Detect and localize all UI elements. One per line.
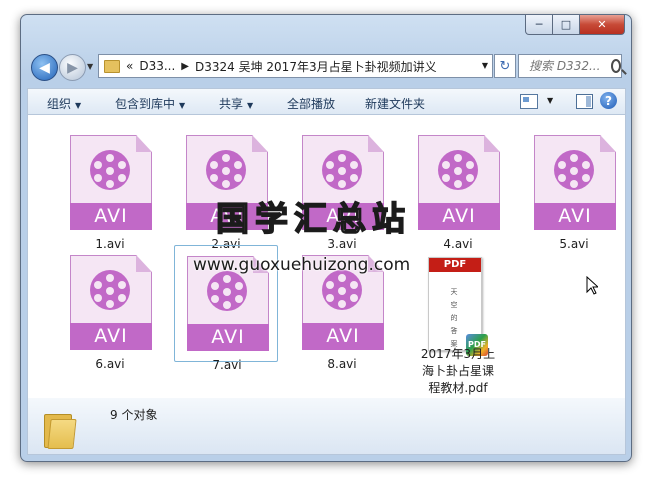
minimize-button[interactable]: ─ [525, 15, 553, 35]
refresh-button[interactable]: ↻ [494, 54, 516, 78]
avi-file-icon: AVI [534, 135, 616, 230]
new-folder-button[interactable]: 新建文件夹 [365, 95, 425, 112]
file-name: 2017年3月上海卜卦占星课程教材.pdf [420, 347, 496, 395]
breadcrumb-separator-icon[interactable]: ▶ [181, 61, 189, 72]
organize-label: 组织 [47, 97, 72, 111]
film-reel-icon [322, 270, 362, 310]
file-name: 7.avi [212, 358, 242, 372]
pdf-cover-text: 天空的答案 [450, 288, 458, 348]
include-library-label: 包含到库中 [115, 97, 176, 111]
breadcrumb-item-current[interactable]: D3324 吴坤 2017年3月占星卜卦视频加讲义 [195, 58, 437, 75]
file-type-label: AVI [302, 323, 384, 350]
folder-icon [104, 59, 120, 73]
file-type-label: AVI [70, 203, 152, 230]
change-view-icon[interactable] [520, 94, 538, 109]
film-reel-icon [90, 270, 130, 310]
recent-pages-dropdown[interactable]: ▼ [87, 62, 93, 71]
include-library-menu[interactable]: 包含到库中 ▼ [115, 95, 185, 112]
pdf-header: PDF [429, 258, 481, 272]
film-reel-icon [206, 150, 246, 190]
address-bar[interactable]: « D33... ▶ D3324 吴坤 2017年3月占星卜卦视频加讲义 ▼ [98, 54, 493, 78]
watermark-url: www.guoxuehuizong.com [193, 255, 411, 275]
folder-icon [44, 410, 77, 449]
view-options-dropdown-icon[interactable]: ▼ [547, 96, 553, 105]
avi-file-icon: AVI [70, 255, 152, 350]
command-bar: 组织 ▼ 包含到库中 ▼ 共享 ▼ 全部播放 新建文件夹 ▼ ? [27, 88, 626, 115]
file-item[interactable]: PDF 天空的答案 PDF 2017年3月上海卜卦占星课程教材.pdf [406, 245, 510, 395]
file-name: 5.avi [559, 237, 589, 251]
help-button[interactable]: ? [600, 92, 617, 109]
file-name: 6.avi [95, 357, 125, 371]
film-reel-icon [554, 150, 594, 190]
film-reel-icon [322, 150, 362, 190]
file-type-label: AVI [418, 203, 500, 230]
film-reel-icon [90, 150, 130, 190]
caption-buttons: ─ □ ✕ [525, 15, 625, 35]
close-button[interactable]: ✕ [580, 15, 625, 35]
file-item[interactable]: AVI 1.avi [58, 125, 162, 251]
organize-menu[interactable]: 组织 ▼ [47, 95, 81, 112]
forward-button[interactable]: ▶ [59, 54, 86, 81]
breadcrumb-overflow[interactable]: « [126, 59, 133, 73]
chevron-down-icon: ▼ [179, 101, 186, 110]
address-dropdown-icon[interactable]: ▼ [482, 61, 488, 70]
play-all-button[interactable]: 全部播放 [287, 95, 335, 112]
pdf-file-icon: PDF 天空的答案 PDF [406, 255, 488, 356]
search-icon[interactable] [611, 59, 621, 73]
file-item[interactable]: AVI 5.avi [522, 125, 625, 251]
chevron-down-icon: ▼ [247, 101, 254, 110]
preview-pane-icon[interactable] [576, 94, 593, 109]
back-button[interactable]: ◀ [31, 54, 58, 81]
item-count: 9 个对象 [110, 408, 158, 422]
file-type-label: AVI [187, 324, 269, 351]
share-label: 共享 [219, 97, 244, 111]
avi-file-icon: AVI [70, 135, 152, 230]
breadcrumb-item-parent[interactable]: D33... [139, 59, 175, 73]
file-type-label: AVI [70, 323, 152, 350]
file-item[interactable]: AVI 6.avi [58, 245, 162, 371]
film-reel-icon [207, 271, 247, 311]
navigation-bar: ◀ ▶ ▼ « D33... ▶ D3324 吴坤 2017年3月占星卜卦视频加… [21, 51, 631, 83]
chevron-down-icon: ▼ [75, 101, 82, 110]
file-type-label: AVI [534, 203, 616, 230]
file-name: 8.avi [327, 357, 357, 371]
watermark-title: 国学汇总站 [215, 198, 411, 239]
avi-file-icon: AVI [418, 135, 500, 230]
details-pane: 9 个对象 [27, 398, 626, 455]
share-menu[interactable]: 共享 ▼ [219, 95, 253, 112]
film-reel-icon [438, 150, 478, 190]
file-item[interactable]: AVI 4.avi [406, 125, 510, 251]
search-input[interactable] [527, 58, 609, 74]
search-box[interactable] [518, 54, 622, 78]
maximize-button[interactable]: □ [553, 15, 580, 35]
mouse-cursor-icon [586, 276, 598, 295]
